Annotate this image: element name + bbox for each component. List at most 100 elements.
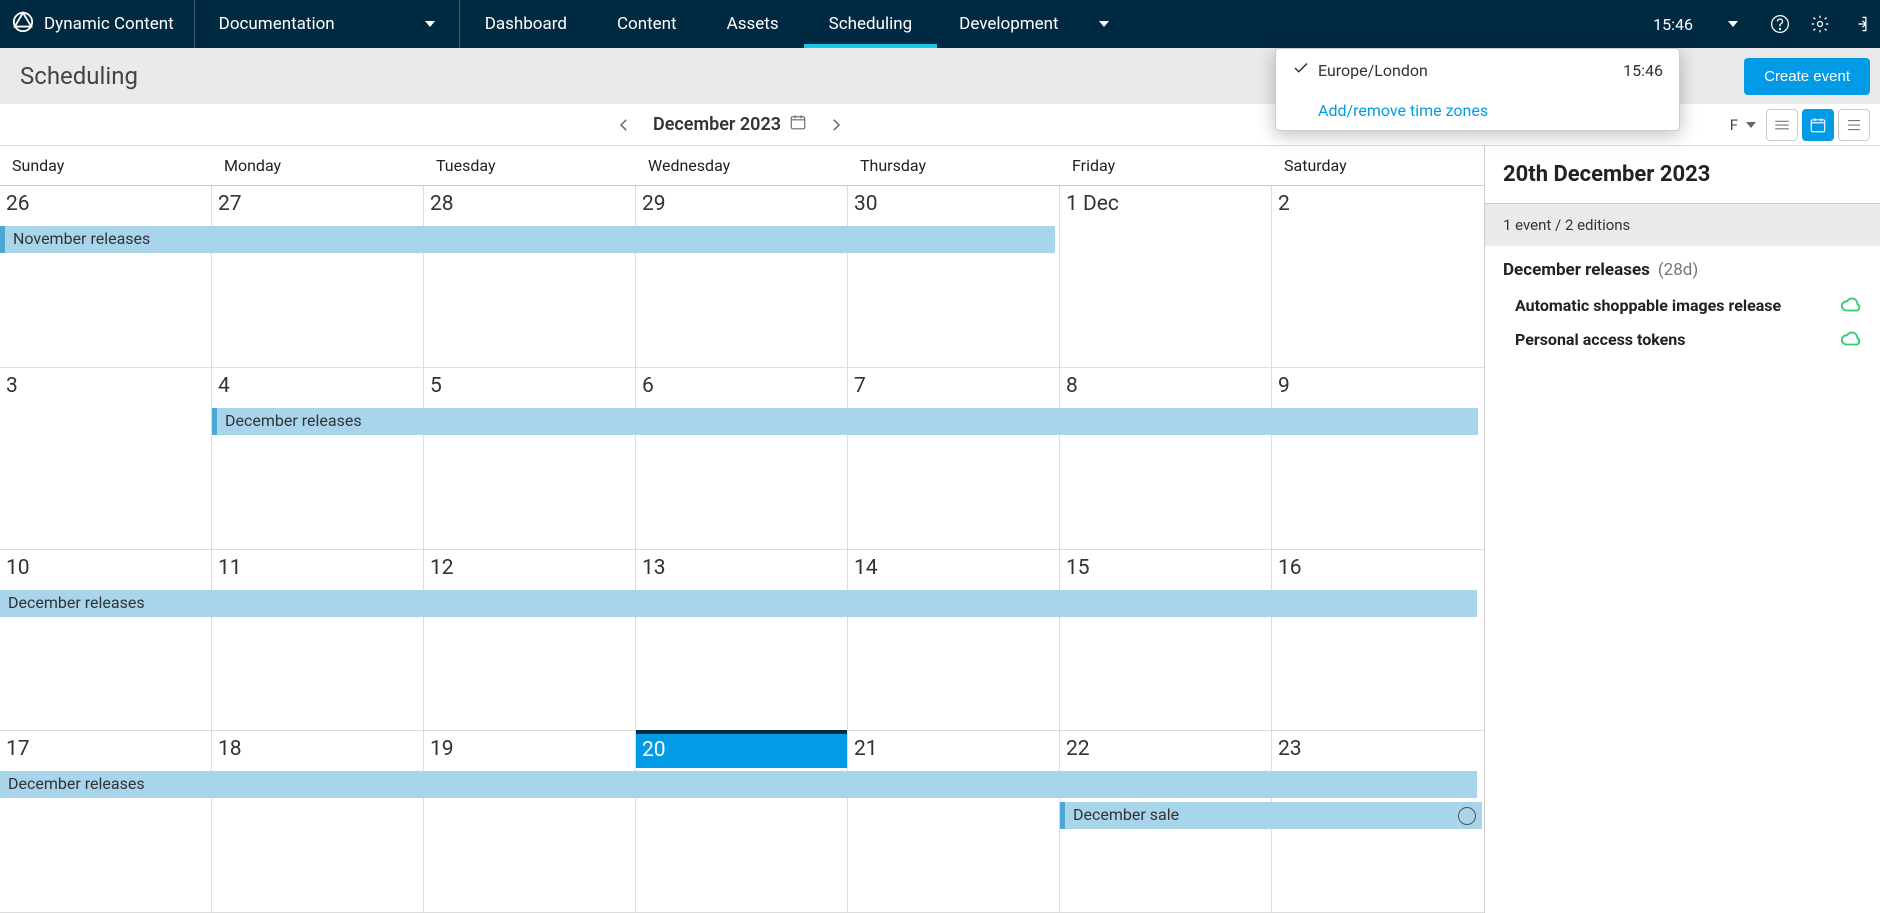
- edition-label: Automatic shoppable images release: [1515, 296, 1781, 315]
- weekday-label: Sunday: [0, 146, 212, 185]
- day-cell[interactable]: 4 December releases: [212, 368, 424, 550]
- prev-month-button[interactable]: [610, 111, 638, 139]
- day-number: 21: [848, 731, 1059, 761]
- tab-assets[interactable]: Assets: [702, 0, 804, 48]
- month-picker[interactable]: December 2023: [653, 113, 807, 136]
- event-bar-december-releases[interactable]: December releases: [0, 590, 1477, 617]
- day-number: 27: [212, 186, 423, 216]
- day-number: 16: [1272, 550, 1484, 580]
- view-calendar-button[interactable]: [1802, 109, 1834, 141]
- doc-dropdown[interactable]: Documentation: [195, 0, 460, 48]
- gear-icon[interactable]: [1800, 14, 1840, 34]
- day-number: 8: [1060, 368, 1271, 398]
- weekday-label: Saturday: [1272, 146, 1484, 185]
- edition-row[interactable]: Automatic shoppable images release: [1485, 286, 1880, 320]
- day-number: 26: [0, 186, 211, 216]
- day-number: 29: [636, 186, 847, 216]
- edition-row[interactable]: Personal access tokens: [1485, 320, 1880, 354]
- filter-trail: F: [1730, 116, 1738, 134]
- day-cell[interactable]: 6: [636, 368, 848, 550]
- logout-icon[interactable]: [1840, 14, 1880, 34]
- help-icon[interactable]: [1760, 14, 1800, 34]
- day-cell[interactable]: 28: [424, 186, 636, 368]
- day-cell[interactable]: 1 Dec: [1060, 186, 1272, 368]
- day-cell[interactable]: 19: [424, 731, 636, 913]
- side-event-label: December releases: [1503, 260, 1650, 280]
- month-label: December 2023: [653, 114, 781, 135]
- day-number: 28: [424, 186, 635, 216]
- day-number: 15: [1060, 550, 1271, 580]
- view-list-button[interactable]: [1838, 109, 1870, 141]
- day-number: 1 Dec: [1060, 186, 1271, 216]
- side-event[interactable]: December releases (28d): [1485, 246, 1880, 286]
- day-cell[interactable]: 15: [1060, 550, 1272, 732]
- cloud-icon: [1840, 294, 1862, 316]
- day-cell[interactable]: 11: [212, 550, 424, 732]
- filter-dropdown[interactable]: F: [1730, 116, 1756, 134]
- day-cell[interactable]: 18: [212, 731, 424, 913]
- day-cell[interactable]: 12: [424, 550, 636, 732]
- day-cell[interactable]: 9: [1272, 368, 1484, 550]
- add-timezone-link[interactable]: Add/remove time zones: [1276, 91, 1679, 130]
- dev-dropdown[interactable]: Development: [937, 0, 1130, 48]
- brand-logo-icon: [12, 11, 34, 38]
- day-cell[interactable]: 10 December releases: [0, 550, 212, 732]
- tab-content[interactable]: Content: [592, 0, 702, 48]
- brand[interactable]: Dynamic Content: [0, 0, 195, 48]
- day-cell[interactable]: 22 December sale: [1060, 731, 1272, 913]
- create-event-button[interactable]: Create event: [1744, 58, 1870, 95]
- weekday-label: Thursday: [848, 146, 1060, 185]
- weekday-label: Friday: [1060, 146, 1272, 185]
- day-number: 9: [1272, 368, 1484, 398]
- day-number: 20: [636, 730, 847, 768]
- day-number: 6: [636, 368, 847, 398]
- day-cell[interactable]: 5: [424, 368, 636, 550]
- event-bar-november-releases[interactable]: November releases: [0, 226, 1055, 253]
- calendar-grid: 26 November releases 27 28 29 30 1 Dec 2…: [0, 186, 1484, 913]
- caret-down-icon: [425, 21, 435, 27]
- dev-label: Development: [959, 14, 1058, 34]
- side-panel: 20th December 2023 1 event / 2 editions …: [1485, 146, 1880, 913]
- day-number: 12: [424, 550, 635, 580]
- day-cell[interactable]: 30: [848, 186, 1060, 368]
- day-cell[interactable]: 7: [848, 368, 1060, 550]
- day-cell[interactable]: 29: [636, 186, 848, 368]
- day-number: 17: [0, 731, 211, 761]
- tab-dashboard[interactable]: Dashboard: [460, 0, 592, 48]
- side-subtitle: 1 event / 2 editions: [1485, 204, 1880, 246]
- event-bar-december-sale[interactable]: December sale: [1060, 802, 1482, 829]
- clock-dropdown[interactable]: 15:46: [1631, 15, 1760, 34]
- add-timezone-label: Add/remove time zones: [1318, 101, 1488, 120]
- day-cell[interactable]: 27: [212, 186, 424, 368]
- day-cell-today[interactable]: 20: [636, 731, 848, 913]
- day-cell[interactable]: 17 December releases: [0, 731, 212, 913]
- doc-label: Documentation: [219, 14, 335, 34]
- view-toggle: [1766, 109, 1870, 141]
- day-number: 4: [212, 368, 423, 398]
- timezone-item[interactable]: Europe/London 15:46: [1276, 49, 1679, 91]
- day-number: 2: [1272, 186, 1484, 216]
- next-month-button[interactable]: [822, 111, 850, 139]
- day-cell[interactable]: 13: [636, 550, 848, 732]
- event-bar-december-releases[interactable]: December releases: [0, 771, 1477, 798]
- day-cell[interactable]: 16: [1272, 550, 1484, 732]
- caret-down-icon: [1728, 21, 1738, 27]
- day-number: 14: [848, 550, 1059, 580]
- day-number: 11: [212, 550, 423, 580]
- day-number: 19: [424, 731, 635, 761]
- event-bar-december-releases[interactable]: December releases: [212, 408, 1478, 435]
- view-timeline-button[interactable]: [1766, 109, 1798, 141]
- calendar-icon: [789, 113, 807, 136]
- caret-down-icon: [1746, 122, 1756, 128]
- page-title: Scheduling: [20, 62, 138, 90]
- weekday-header: Sunday Monday Tuesday Wednesday Thursday…: [0, 146, 1484, 186]
- day-cell[interactable]: 26 November releases: [0, 186, 212, 368]
- day-cell[interactable]: 8: [1060, 368, 1272, 550]
- day-cell[interactable]: 3: [0, 368, 212, 550]
- day-cell[interactable]: 14: [848, 550, 1060, 732]
- tab-scheduling[interactable]: Scheduling: [804, 0, 938, 48]
- caret-down-icon: [1099, 21, 1109, 27]
- day-cell[interactable]: 21: [848, 731, 1060, 913]
- day-cell[interactable]: 2: [1272, 186, 1484, 368]
- weekday-label: Wednesday: [636, 146, 848, 185]
